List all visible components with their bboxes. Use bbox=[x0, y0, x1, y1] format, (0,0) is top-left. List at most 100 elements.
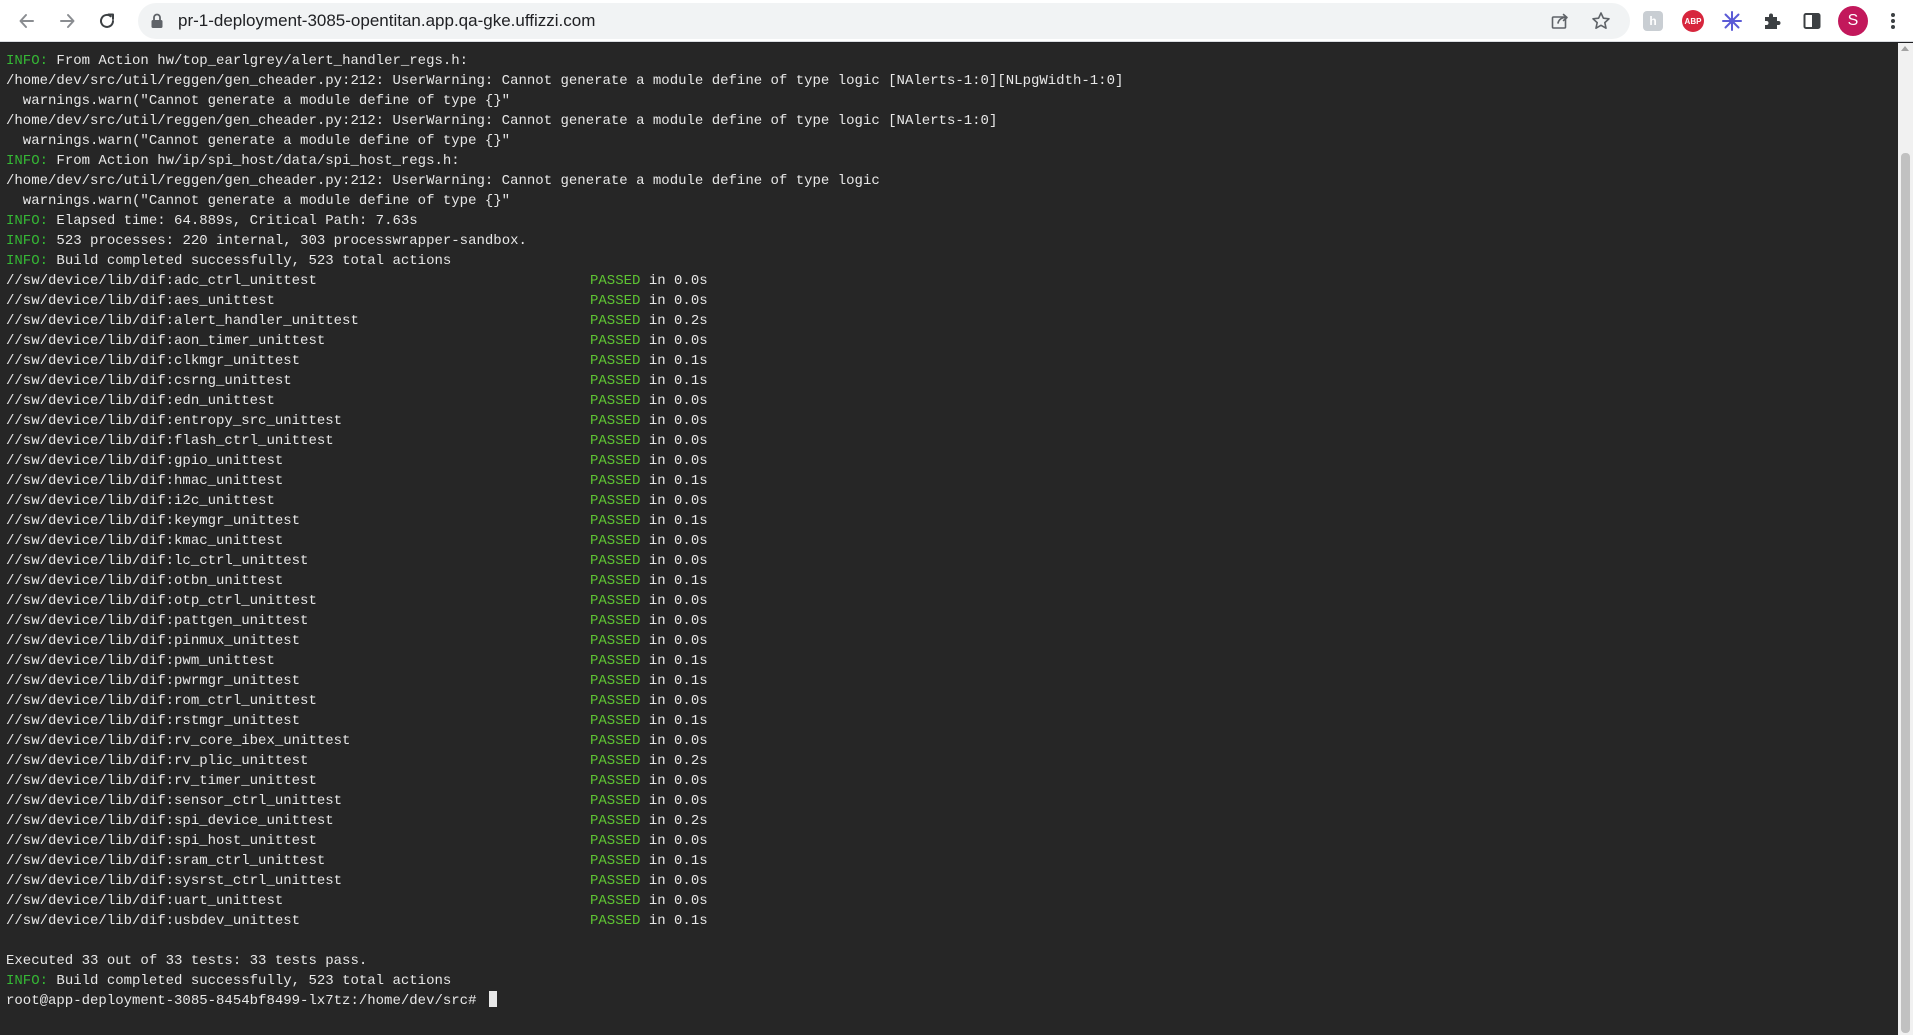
arrow-left-icon bbox=[19, 14, 34, 28]
text-cursor bbox=[488, 991, 497, 1007]
test-duration: in 0.1s bbox=[640, 473, 708, 489]
test-duration: in 0.2s bbox=[640, 313, 708, 329]
log-line: warnings.warn("Cannot generate a module … bbox=[6, 131, 1123, 151]
test-duration: in 0.1s bbox=[640, 853, 708, 869]
test-result-row: //sw/device/lib/dif:usbdev_unittest PASSE… bbox=[6, 911, 1123, 931]
test-result-row: //sw/device/lib/dif:otbn_unittest PASSED … bbox=[6, 571, 1123, 591]
log-line: INFO: From Action hw/top_earlgrey/alert_… bbox=[6, 51, 1123, 71]
test-target-name: //sw/device/lib/dif:pinmux_unittest bbox=[6, 633, 301, 649]
url-text[interactable]: pr-1-deployment-3085-opentitan.app.qa-gk… bbox=[178, 3, 595, 39]
terminal-pane[interactable]: INFO: From Action hw/top_earlgrey/alert_… bbox=[0, 43, 1898, 1035]
test-duration: in 0.0s bbox=[640, 873, 708, 889]
test-result-row: //sw/device/lib/dif:rv_timer_unittest PAS… bbox=[6, 771, 1123, 791]
test-target-name: //sw/device/lib/dif:kmac_unittest bbox=[6, 533, 284, 549]
shell-prompt: root@app-deployment-3085-8454bf8499-lx7t… bbox=[6, 993, 485, 1009]
test-target-name: //sw/device/lib/dif:lc_ctrl_unittest bbox=[6, 553, 309, 569]
test-result-row: //sw/device/lib/dif:otp_ctrl_unittest PAS… bbox=[6, 591, 1123, 611]
test-target-name: //sw/device/lib/dif:keymgr_unittest bbox=[6, 513, 301, 529]
scroll-up-arrow-icon[interactable] bbox=[1901, 46, 1909, 51]
test-status: PASSED bbox=[590, 653, 641, 669]
test-result-row: //sw/device/lib/dif:edn_unittest PASSED i… bbox=[6, 391, 1123, 411]
test-result-row: //sw/device/lib/dif:alert_handler_unitte… bbox=[6, 311, 1123, 331]
address-bar[interactable]: pr-1-deployment-3085-opentitan.app.qa-gk… bbox=[138, 3, 1630, 39]
test-duration: in 0.0s bbox=[640, 393, 708, 409]
test-result-row: //sw/device/lib/dif:sram_ctrl_unittest PA… bbox=[6, 851, 1123, 871]
test-status: PASSED bbox=[590, 813, 641, 829]
test-duration: in 0.0s bbox=[640, 613, 708, 629]
test-target-name: //sw/device/lib/dif:edn_unittest bbox=[6, 393, 275, 409]
log-text: Elapsed time: 64.889s, Critical Path: 7.… bbox=[48, 213, 418, 229]
snowflake-extension-icon[interactable] bbox=[1719, 8, 1745, 34]
extensions-puzzle-icon[interactable] bbox=[1759, 8, 1785, 34]
info-tag: INFO: bbox=[6, 53, 49, 69]
test-status: PASSED bbox=[590, 633, 641, 649]
info-tag: INFO: bbox=[6, 973, 49, 989]
forward-button[interactable] bbox=[52, 6, 82, 36]
test-status: PASSED bbox=[590, 873, 641, 889]
test-target-name: //sw/device/lib/dif:sysrst_ctrl_unittest bbox=[6, 873, 343, 889]
test-result-row: //sw/device/lib/dif:i2c_unittest PASSED i… bbox=[6, 491, 1123, 511]
test-result-row: //sw/device/lib/dif:spi_device_unittest P… bbox=[6, 811, 1123, 831]
test-status: PASSED bbox=[590, 353, 641, 369]
test-duration: in 0.0s bbox=[640, 553, 708, 569]
test-status: PASSED bbox=[590, 833, 641, 849]
log-text: From Action hw/top_earlgrey/alert_handle… bbox=[48, 53, 469, 69]
test-duration: in 0.2s bbox=[640, 753, 708, 769]
test-status: PASSED bbox=[590, 473, 641, 489]
test-duration: in 0.0s bbox=[640, 773, 708, 789]
test-result-row: //sw/device/lib/dif:rv_core_ibex_unittes… bbox=[6, 731, 1123, 751]
test-duration: in 0.0s bbox=[640, 693, 708, 709]
test-target-name: //sw/device/lib/dif:rv_plic_unittest bbox=[6, 753, 309, 769]
test-status: PASSED bbox=[590, 613, 641, 629]
test-target-name: //sw/device/lib/dif:alert_handler_unitte… bbox=[6, 313, 359, 329]
test-duration: in 0.1s bbox=[640, 573, 708, 589]
test-status: PASSED bbox=[590, 273, 641, 289]
more-menu-icon[interactable] bbox=[1880, 8, 1906, 34]
scroll-thumb[interactable] bbox=[1901, 153, 1910, 1033]
test-target-name: //sw/device/lib/dif:flash_ctrl_unittest bbox=[6, 433, 334, 449]
test-duration: in 0.0s bbox=[640, 833, 708, 849]
log-line: INFO: Elapsed time: 64.889s, Critical Pa… bbox=[6, 211, 1123, 231]
log-line: INFO: Build completed successfully, 523 … bbox=[6, 251, 1123, 271]
reload-button[interactable] bbox=[92, 6, 122, 36]
extension-grey-icon[interactable]: h bbox=[1640, 8, 1666, 34]
adblock-plus-icon[interactable]: ABP bbox=[1680, 8, 1706, 34]
back-button[interactable] bbox=[12, 6, 42, 36]
profile-avatar[interactable]: S bbox=[1838, 6, 1868, 36]
test-result-row: //sw/device/lib/dif:keymgr_unittest PASSE… bbox=[6, 511, 1123, 531]
test-target-name: //sw/device/lib/dif:rv_core_ibex_unittes… bbox=[6, 733, 351, 749]
test-duration: in 0.0s bbox=[640, 453, 708, 469]
test-duration: in 0.0s bbox=[640, 533, 708, 549]
test-result-row: //sw/device/lib/dif:rom_ctrl_unittest PAS… bbox=[6, 691, 1123, 711]
log-text: warnings.warn("Cannot generate a module … bbox=[6, 93, 511, 109]
test-result-row: //sw/device/lib/dif:rv_plic_unittest PASS… bbox=[6, 751, 1123, 771]
prompt-line[interactable]: root@app-deployment-3085-8454bf8499-lx7t… bbox=[6, 991, 1123, 1011]
test-result-row: //sw/device/lib/dif:pwm_unittest PASSED i… bbox=[6, 651, 1123, 671]
log-text: 523 processes: 220 internal, 303 process… bbox=[48, 233, 527, 249]
test-duration: in 0.1s bbox=[640, 353, 708, 369]
test-status: PASSED bbox=[590, 433, 641, 449]
log-line: /home/dev/src/util/reggen/gen_cheader.py… bbox=[6, 71, 1123, 91]
test-result-row: //sw/device/lib/dif:aon_timer_unittest PA… bbox=[6, 331, 1123, 351]
final-info-line: INFO: Build completed successfully, 523 … bbox=[6, 971, 1123, 991]
bookmark-star-icon[interactable] bbox=[1589, 9, 1613, 33]
test-status: PASSED bbox=[590, 373, 641, 389]
test-duration: in 0.1s bbox=[640, 913, 708, 929]
test-duration: in 0.0s bbox=[640, 413, 708, 429]
side-panel-icon[interactable] bbox=[1799, 8, 1825, 34]
test-target-name: //sw/device/lib/dif:rom_ctrl_unittest bbox=[6, 693, 317, 709]
test-target-name: //sw/device/lib/dif:rstmgr_unittest bbox=[6, 713, 301, 729]
share-icon[interactable] bbox=[1548, 9, 1572, 33]
test-target-name: //sw/device/lib/dif:uart_unittest bbox=[6, 893, 284, 909]
test-result-row: //sw/device/lib/dif:gpio_unittest PASSED … bbox=[6, 451, 1123, 471]
info-tag: INFO: bbox=[6, 153, 49, 169]
test-duration: in 0.1s bbox=[640, 673, 708, 689]
test-target-name: //sw/device/lib/dif:otp_ctrl_unittest bbox=[6, 593, 317, 609]
test-duration: in 0.0s bbox=[640, 893, 708, 909]
test-target-name: //sw/device/lib/dif:aes_unittest bbox=[6, 293, 275, 309]
lock-icon[interactable] bbox=[148, 12, 166, 30]
test-status: PASSED bbox=[590, 493, 641, 509]
terminal-scrollbar[interactable] bbox=[1898, 43, 1913, 1035]
test-status: PASSED bbox=[590, 533, 641, 549]
arrow-right-icon bbox=[60, 14, 75, 28]
